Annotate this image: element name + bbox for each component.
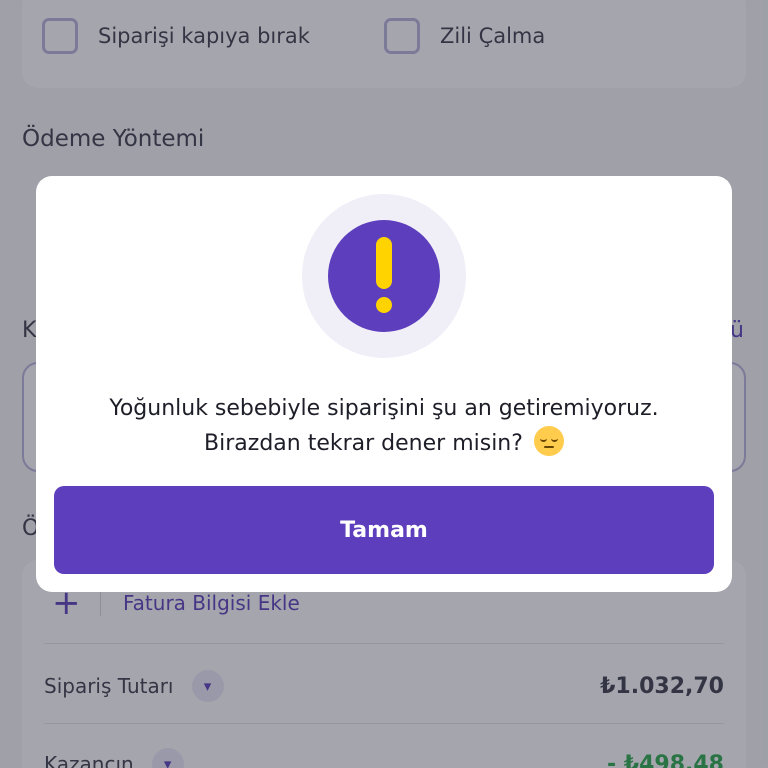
pensive-face-emoji-icon <box>533 426 564 456</box>
error-dialog: Yoğunluk sebebiyle siparişini şu an geti… <box>36 176 732 592</box>
dialog-message-line2-wrap: Birazdan tekrar dener misin? <box>56 426 712 461</box>
dialog-message-line1: Yoğunluk sebebiyle siparişini şu an geti… <box>109 396 659 421</box>
dialog-message-line2: Birazdan tekrar dener misin? <box>204 431 523 456</box>
exclamation-icon <box>328 220 440 332</box>
dialog-message: Yoğunluk sebebiyle siparişini şu an geti… <box>56 392 712 461</box>
ok-button[interactable]: Tamam <box>54 486 714 574</box>
